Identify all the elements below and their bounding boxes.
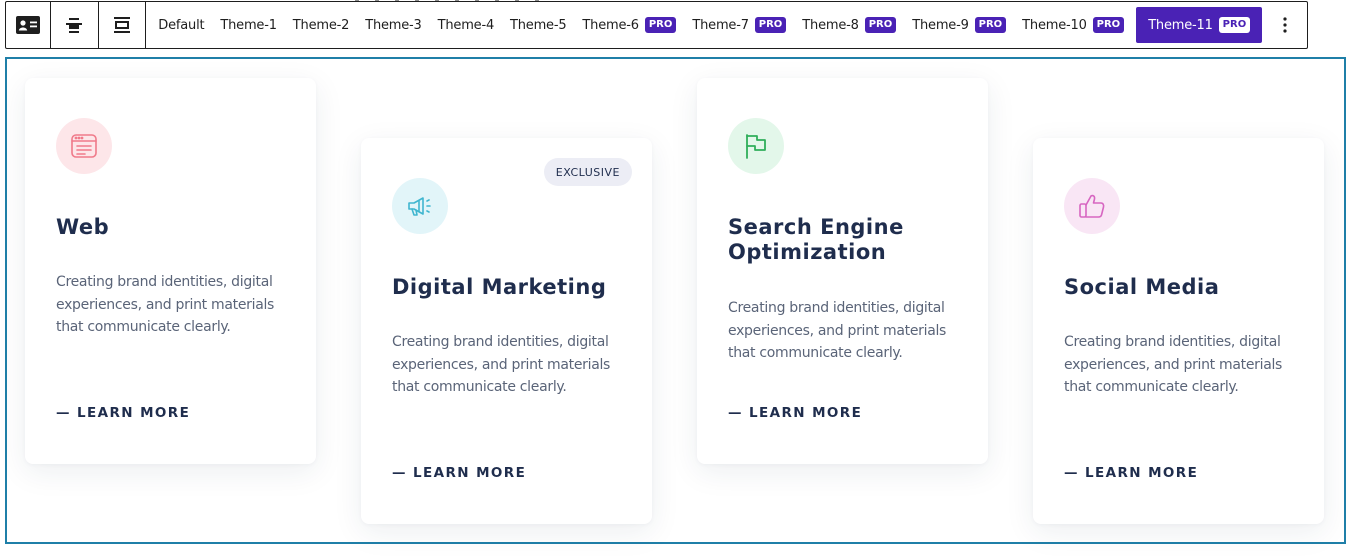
tab-label: Theme-3: [365, 17, 422, 33]
tab-label: Theme-11: [1148, 17, 1213, 33]
learn-more-link[interactable]: — LEARN MORE: [392, 465, 526, 481]
tab-label: Default: [158, 17, 205, 33]
service-card-digital-marketing: EXCLUSIVE Digital Marketing Creating bra…: [361, 138, 652, 524]
card-title: Social Media: [1064, 275, 1220, 299]
marketing-icon-wrap: [392, 178, 448, 234]
learn-more-link[interactable]: — LEARN MORE: [728, 405, 862, 421]
web-icon-wrap: [56, 118, 112, 174]
pro-badge: PRO: [974, 17, 1007, 33]
pro-badge: PRO: [754, 17, 787, 33]
align-wide-icon: [113, 17, 130, 33]
tab-label: Theme-9: [912, 17, 969, 33]
more-vertical-icon: [1282, 17, 1287, 33]
tab-label: Theme-6: [582, 17, 639, 33]
tab-label: Theme-5: [510, 17, 567, 33]
service-card-social-media: Social Media Creating brand identities, …: [1033, 138, 1324, 524]
block-toolbar: Default Theme-1 Theme-2 Theme-3 Theme-4 Theme…: [5, 1, 1308, 49]
card-title: Digital Marketing: [392, 275, 607, 299]
more-options-button[interactable]: [1262, 2, 1307, 48]
tab-label: Theme-7: [692, 17, 749, 33]
block-card-icon: [15, 16, 40, 34]
browser-window-icon: [71, 134, 97, 158]
align-center-icon: [66, 18, 83, 33]
card-description: Creating brand identities, digital exper…: [1064, 334, 1283, 395]
service-card-web: Web Creating brand identities, digital e…: [25, 78, 316, 464]
block-type-button[interactable]: [6, 2, 51, 48]
exclusive-badge: EXCLUSIVE: [543, 158, 632, 186]
learn-more-link[interactable]: — LEARN MORE: [56, 405, 190, 421]
seo-icon-wrap: [728, 118, 784, 174]
tab-theme-3[interactable]: Theme-3: [357, 7, 429, 43]
pro-badge: PRO: [644, 17, 677, 33]
theme-tabs: Default Theme-1 Theme-2 Theme-3 Theme-4 Theme…: [146, 2, 1263, 48]
tab-theme-4[interactable]: Theme-4: [430, 7, 502, 43]
learn-more-link[interactable]: — LEARN MORE: [1064, 465, 1198, 481]
tab-theme-6[interactable]: Theme-6 PRO: [574, 7, 684, 43]
tab-label: Theme-4: [437, 17, 495, 33]
tab-theme-1[interactable]: Theme-1: [212, 7, 284, 43]
pro-badge: PRO: [1218, 17, 1251, 33]
tab-theme-7[interactable]: Theme-7 PRO: [684, 7, 794, 43]
tab-theme-11[interactable]: Theme-11 PRO: [1136, 7, 1263, 43]
tab-theme-5[interactable]: Theme-5: [502, 7, 574, 43]
tab-theme-2[interactable]: Theme-2: [285, 7, 357, 43]
tab-label: Theme-1: [220, 17, 277, 33]
tab-label: Theme-2: [292, 17, 350, 33]
align-wide-button[interactable]: [99, 2, 147, 48]
tab-label: Theme-10: [1022, 17, 1087, 33]
selected-block-frame[interactable]: Web Creating brand identities, digital e…: [5, 57, 1346, 544]
megaphone-icon: [408, 197, 431, 216]
tab-theme-8[interactable]: Theme-8 PRO: [794, 7, 904, 43]
pro-badge: PRO: [864, 17, 897, 33]
align-center-button[interactable]: [51, 2, 99, 48]
card-title: Search Engine Optimization: [728, 215, 904, 264]
pro-badge: PRO: [1092, 17, 1125, 33]
tab-theme-9[interactable]: Theme-9 PRO: [904, 7, 1014, 43]
card-description: Creating brand identities, digital exper…: [56, 274, 275, 335]
tab-label: Theme-8: [802, 17, 859, 33]
tab-theme-0[interactable]: Default: [150, 7, 212, 43]
card-description: Creating brand identities, digital exper…: [392, 334, 611, 395]
service-card-seo: Search Engine Optimization Creating bran…: [697, 78, 988, 464]
card-description: Creating brand identities, digital exper…: [728, 300, 947, 361]
tab-theme-10[interactable]: Theme-10 PRO: [1014, 7, 1132, 43]
card-title: Web: [56, 215, 110, 239]
social-icon-wrap: [1064, 178, 1120, 234]
thumbs-up-icon: [1079, 194, 1105, 218]
flag-icon: [746, 134, 766, 159]
